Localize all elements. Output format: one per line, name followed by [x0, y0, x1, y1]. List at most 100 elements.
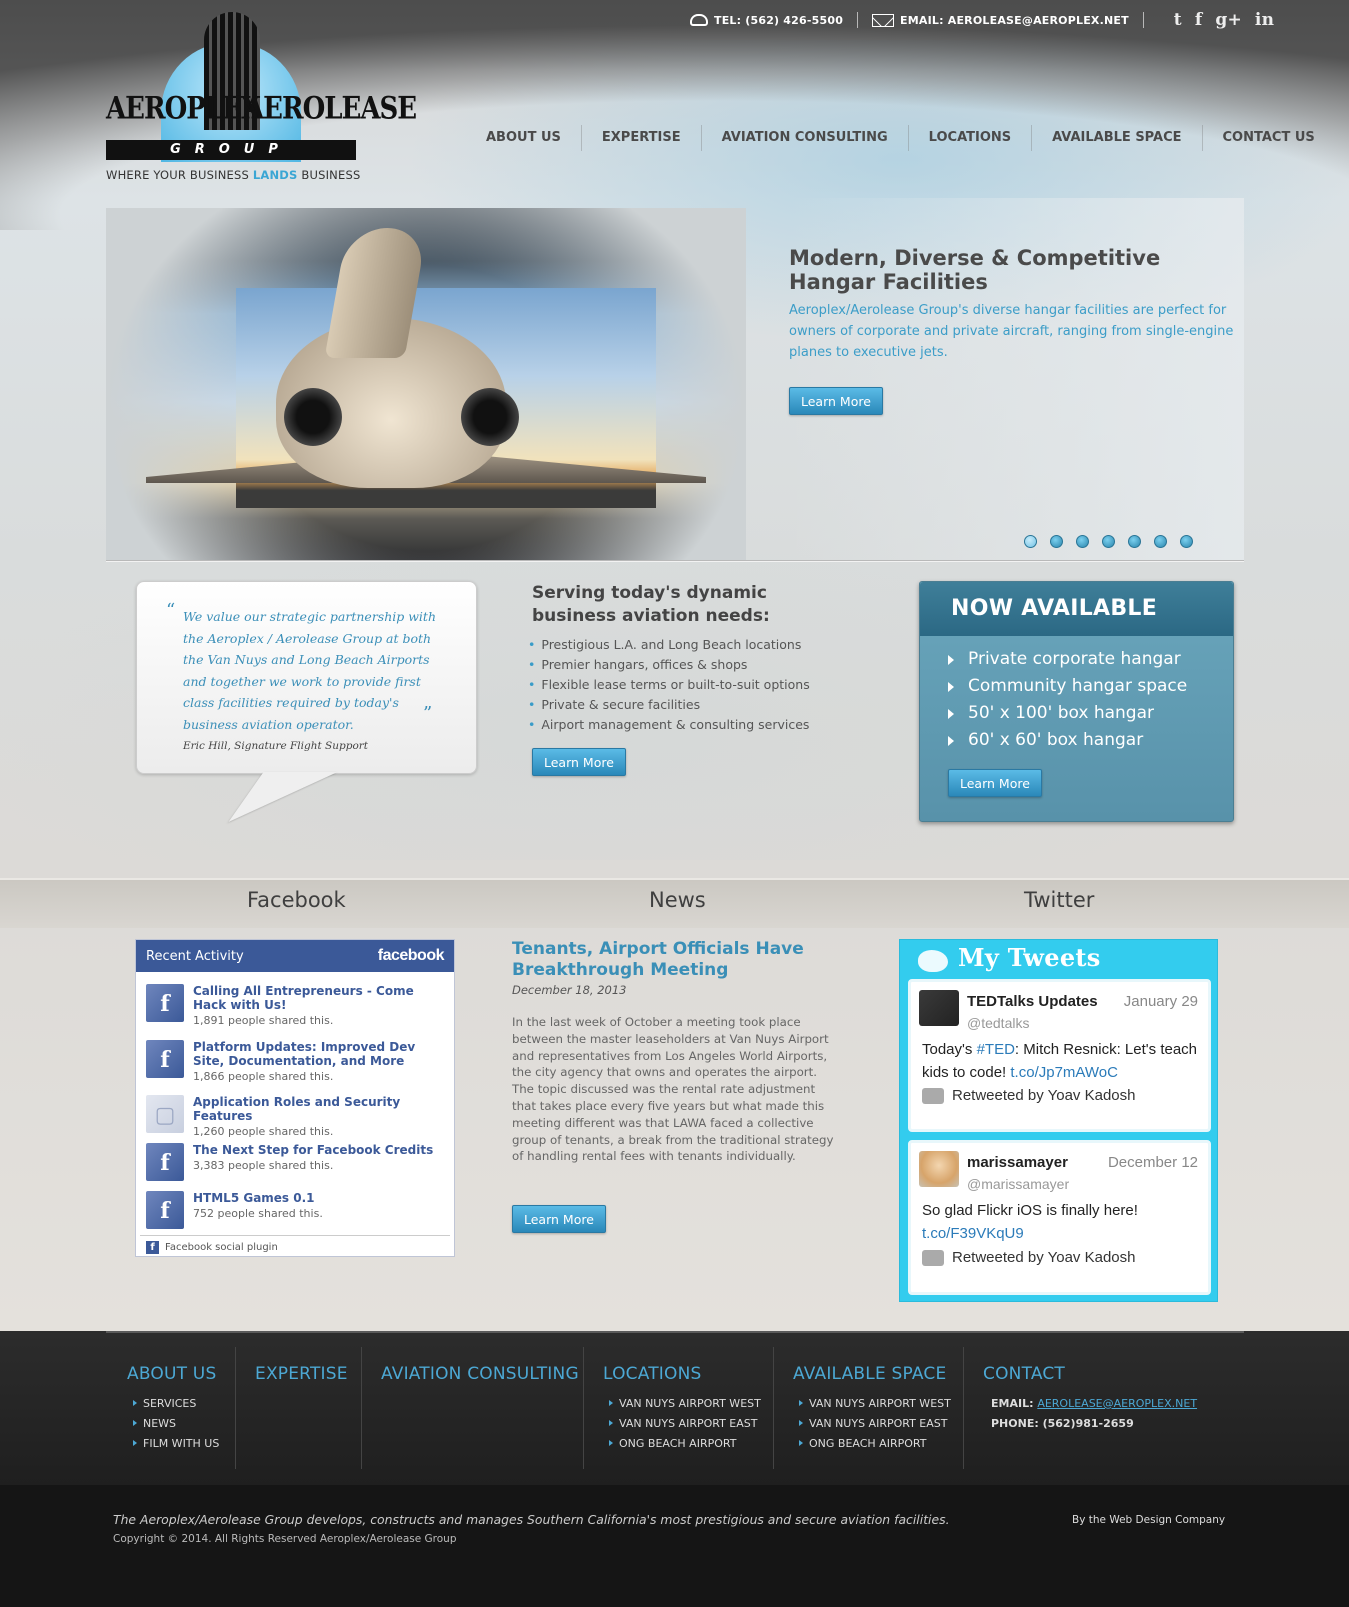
- divider: [773, 1347, 774, 1469]
- nav-locations[interactable]: LOCATIONS: [907, 125, 1031, 151]
- nav-available-space[interactable]: AVAILABLE SPACE: [1031, 125, 1201, 151]
- email-text: EMAIL: AEROLEASE@AEROPLEX.NET: [900, 13, 1129, 27]
- avatar[interactable]: [919, 990, 959, 1026]
- hero-title: Modern, Diverse & Competitive Hangar Fac…: [789, 246, 1161, 294]
- tweet-author[interactable]: marissamayer: [967, 1154, 1068, 1171]
- facebook-icon: f: [146, 1143, 184, 1181]
- avatar[interactable]: [919, 1151, 959, 1187]
- slider-dot[interactable]: [1128, 535, 1141, 548]
- footer-link[interactable]: ONG BEACH AIRPORT: [799, 1434, 951, 1454]
- slider-dots: [1024, 535, 1193, 548]
- list-item: Private corporate hangar: [946, 646, 1187, 673]
- tweet-link[interactable]: t.co/F39VKqU9: [922, 1225, 1024, 1242]
- facebook-item[interactable]: f HTML5 Games 0.1 752 people shared this.: [146, 1191, 446, 1229]
- footer-link[interactable]: FILM WITH US: [133, 1434, 219, 1454]
- quote-open-mark: “: [166, 600, 176, 621]
- slider-dot[interactable]: [1180, 535, 1193, 548]
- retweet-info: Retweeted by Yoav Kadosh: [922, 1249, 1135, 1266]
- facebook-item[interactable]: f Platform Updates: Improved Dev Site, D…: [146, 1040, 446, 1083]
- list-item: Premier hangars, offices & shops: [528, 655, 810, 675]
- slider-dot[interactable]: [1024, 535, 1037, 548]
- footer-heading-contact[interactable]: CONTACT: [983, 1364, 1065, 1384]
- divider: [963, 1347, 964, 1469]
- footer-link[interactable]: VAN NUYS AIRPORT WEST: [609, 1394, 761, 1414]
- footer-heading-expertise[interactable]: EXPERTISE: [255, 1364, 348, 1384]
- nav-contact-us[interactable]: CONTACT US: [1201, 125, 1335, 151]
- twitter-bird-icon: [918, 950, 948, 972]
- tweet-author[interactable]: TEDTalks Updates: [967, 993, 1098, 1010]
- footer-credit-link[interactable]: By the Web Design Company: [1072, 1514, 1225, 1526]
- facebook-plugin-footer: f Facebook social plugin: [140, 1235, 450, 1254]
- testimonial-author: Eric Hill, Signature Flight Support: [183, 740, 369, 752]
- available-learn-more-button[interactable]: Learn More: [948, 769, 1042, 797]
- facebook-logo: facebook: [377, 947, 445, 964]
- top-contact-bar: TEL: (562) 426-5500 EMAIL: AEROLEASE@AER…: [690, 10, 1274, 30]
- phone-contact[interactable]: TEL: (562) 426-5500: [690, 14, 843, 27]
- slider-dot[interactable]: [1050, 535, 1063, 548]
- facebook-icon: f: [146, 1040, 184, 1078]
- serving-title: Serving today's dynamic business aviatio…: [532, 583, 770, 626]
- retweet-icon: [922, 1249, 944, 1266]
- nav-expertise[interactable]: EXPERTISE: [580, 125, 701, 151]
- tweet-link[interactable]: t.co/Jp7mAWoC: [1010, 1064, 1118, 1081]
- list-item: Private & secure facilities: [528, 695, 810, 715]
- footer-link[interactable]: SERVICES: [133, 1394, 219, 1414]
- retweet-info: Retweeted by Yoav Kadosh: [922, 1087, 1135, 1104]
- news-learn-more-button[interactable]: Learn More: [512, 1205, 606, 1233]
- footer-heading-about-us[interactable]: ABOUT US: [127, 1364, 216, 1384]
- logo-group-bar: GROUP: [106, 140, 356, 160]
- nav-aviation-consulting[interactable]: AVIATION CONSULTING: [700, 125, 908, 151]
- twitter-widget-title: My Tweets: [958, 943, 1101, 972]
- news-heading: News: [649, 888, 706, 912]
- footer-heading-available-space[interactable]: AVAILABLE SPACE: [793, 1364, 946, 1384]
- footer-link[interactable]: VAN NUYS AIRPORT EAST: [799, 1414, 951, 1434]
- retweet-icon: [922, 1087, 944, 1104]
- footer-link[interactable]: ONG BEACH AIRPORT: [609, 1434, 761, 1454]
- news-title[interactable]: Tenants, Airport Officials Have Breakthr…: [512, 939, 812, 981]
- divider: [235, 1347, 236, 1469]
- hero-image-hangar-jet: [106, 208, 746, 561]
- mail-icon: [872, 13, 895, 27]
- tweet-date[interactable]: January 29: [1124, 993, 1198, 1010]
- logo-tagline: WHERE YOUR BUSINESS LANDS BUSINESS: [106, 168, 361, 182]
- facebook-item[interactable]: ▢ Application Roles and Security Feature…: [146, 1095, 446, 1138]
- hashtag-link[interactable]: #TED: [977, 1041, 1015, 1058]
- list-item: Airport management & consulting services: [528, 715, 810, 735]
- footer-email-link[interactable]: AEROLEASE@AEROPLEX.NET: [1037, 1397, 1197, 1410]
- hero-learn-more-button[interactable]: Learn More: [789, 387, 883, 415]
- facebook-item[interactable]: f Calling All Entrepreneurs - Come Hack …: [146, 984, 446, 1027]
- tweet-handle: @tedtalks: [967, 1015, 1030, 1031]
- quote-close-mark: ”: [423, 703, 433, 724]
- tweet-date[interactable]: December 12: [1108, 1154, 1198, 1171]
- slider-dot[interactable]: [1154, 535, 1167, 548]
- footer-list-available: VAN NUYS AIRPORT WEST VAN NUYS AIRPORT E…: [799, 1394, 951, 1454]
- nav-about-us[interactable]: ABOUT US: [466, 125, 581, 151]
- list-item: 60' x 60' box hangar: [946, 727, 1187, 754]
- facebook-item[interactable]: f The Next Step for Facebook Credits 3,38…: [146, 1143, 446, 1181]
- social-links: t f g+ in: [1174, 10, 1274, 30]
- app-icon: ▢: [146, 1095, 184, 1133]
- footer-heading-locations[interactable]: LOCATIONS: [603, 1364, 702, 1384]
- serving-learn-more-button[interactable]: Learn More: [532, 748, 626, 776]
- linkedin-icon[interactable]: in: [1255, 10, 1274, 30]
- twitter-icon[interactable]: t: [1174, 10, 1182, 30]
- slider-dot[interactable]: [1076, 535, 1089, 548]
- divider: [583, 1347, 584, 1469]
- main-nav: ABOUT US EXPERTISE AVIATION CONSULTING L…: [466, 125, 1335, 151]
- logo-right-word: AEROLEASE: [244, 91, 417, 127]
- footer-link[interactable]: NEWS: [133, 1414, 219, 1434]
- footer-heading-aviation-consulting[interactable]: AVIATION CONSULTING: [381, 1364, 579, 1384]
- phone-text: TEL: (562) 426-5500: [714, 13, 844, 27]
- footer-list-about: SERVICES NEWS FILM WITH US: [133, 1394, 219, 1454]
- facebook-icon[interactable]: f: [1195, 10, 1203, 30]
- slider-dot[interactable]: [1102, 535, 1115, 548]
- facebook-icon: f: [146, 1191, 184, 1229]
- available-list: Private corporate hangar Community hanga…: [946, 646, 1187, 754]
- footer-link[interactable]: VAN NUYS AIRPORT EAST: [609, 1414, 761, 1434]
- divider: [857, 12, 859, 28]
- tweet-card: marissamayer December 12 @marissamayer S…: [908, 1140, 1211, 1295]
- site-logo[interactable]: AEROPLEX AEROLEASE GROUP WHERE YOUR BUSI…: [106, 12, 417, 182]
- email-contact[interactable]: EMAIL: AEROLEASE@AEROPLEX.NET: [872, 13, 1129, 27]
- footer-link[interactable]: VAN NUYS AIRPORT WEST: [799, 1394, 951, 1414]
- google-plus-icon[interactable]: g+: [1215, 10, 1242, 30]
